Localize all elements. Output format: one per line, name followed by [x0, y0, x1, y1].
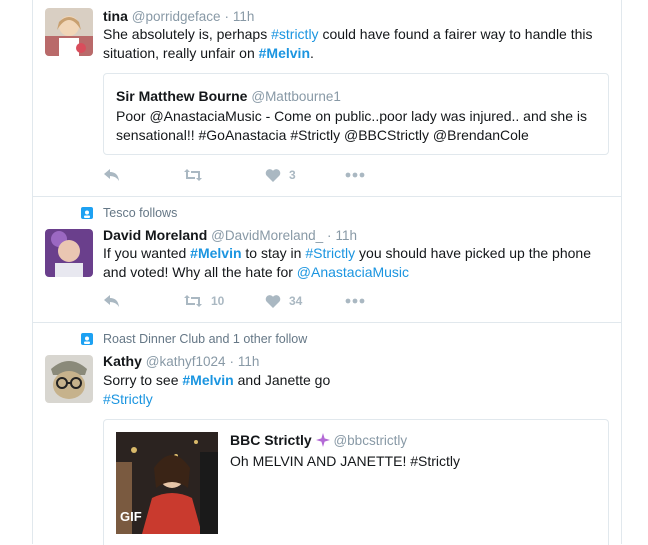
tweet-david-moreland[interactable]: Tesco follows David Moreland @DavidMorel…	[33, 197, 621, 322]
quote-user-name: BBC Strictly	[230, 432, 312, 448]
quote-user-name: Sir Matthew Bourne	[116, 88, 248, 104]
tweet-actions: 10 34	[103, 292, 403, 310]
quoted-tweet[interactable]: GIF BBC Strictly @bbcstrictly Oh MELVIN …	[103, 419, 609, 545]
quote-header: Sir Matthew Bourne @Mattbourne1	[116, 88, 341, 104]
tweet-time[interactable]: 11h	[335, 228, 357, 243]
gif-thumbnail[interactable]: GIF	[116, 432, 218, 534]
more-button[interactable]	[345, 166, 365, 184]
tweet-actions: 3	[103, 166, 403, 184]
hashtag-link[interactable]: #Melvin	[259, 45, 310, 61]
tweet-kathy[interactable]: Roast Dinner Club and 1 other follow Kat…	[33, 323, 621, 545]
tweet-text: If you wanted #Melvin to stay in #Strict…	[103, 244, 613, 282]
hashtag-link[interactable]: #Melvin	[182, 372, 233, 388]
text-segment: She absolutely is, perhaps	[103, 26, 272, 42]
user-handle[interactable]: @kathyf1024	[146, 354, 226, 369]
quote-user-handle: @bbcstrictly	[333, 433, 408, 448]
sparkle-icon	[315, 433, 330, 447]
retweet-icon	[184, 169, 202, 181]
text-segment: Sorry to see	[103, 372, 183, 388]
hashtag-link[interactable]: #Strictly	[103, 391, 153, 407]
avatar[interactable]	[45, 229, 93, 277]
avatar[interactable]	[45, 8, 93, 56]
tweet-header: Kathy @kathyf1024 · 11h	[103, 353, 259, 369]
retweet-count: 10	[211, 294, 225, 308]
user-name[interactable]: David Moreland	[103, 227, 207, 243]
like-count: 34	[289, 294, 303, 308]
like-icon	[265, 169, 281, 182]
reply-icon	[104, 295, 119, 307]
like-button[interactable]: 3	[265, 166, 296, 184]
user-handle[interactable]: @porridgeface	[132, 9, 221, 24]
tweet-text: She absolutely is, perhaps #strictly cou…	[103, 25, 613, 63]
tweet-text: Sorry to see #Melvin and Janette go #Stri…	[103, 371, 613, 409]
text-segment: .	[310, 45, 314, 61]
like-button[interactable]: 34	[265, 292, 302, 310]
retweet-icon	[184, 295, 202, 307]
quoted-tweet[interactable]: Sir Matthew Bourne @Mattbourne1 Poor @An…	[103, 73, 609, 155]
tweet-header: tina @porridgeface · 11h	[103, 8, 254, 24]
more-icon	[345, 298, 365, 304]
follow-context[interactable]: Tesco follows	[103, 206, 177, 220]
like-count: 3	[289, 168, 296, 182]
quote-header: BBC Strictly @bbcstrictly	[230, 432, 407, 448]
hashtag-link[interactable]: #Strictly	[305, 245, 355, 261]
text-segment: If you wanted	[103, 245, 191, 261]
avatar[interactable]	[45, 355, 93, 403]
reply-icon	[104, 169, 119, 181]
user-name[interactable]: Kathy	[103, 353, 142, 369]
like-icon	[265, 295, 281, 308]
separator: ·	[224, 9, 229, 24]
more-button[interactable]	[345, 292, 365, 310]
tweet-header: David Moreland @DavidMoreland_ · 11h	[103, 227, 357, 243]
follow-context-icon	[81, 207, 93, 219]
tweet-time[interactable]: 11h	[233, 9, 255, 24]
separator: ·	[327, 228, 332, 243]
more-icon	[345, 172, 365, 178]
mention-link[interactable]: @AnastaciaMusic	[297, 264, 409, 280]
timeline: tina @porridgeface · 11h She absolutely …	[32, 0, 622, 545]
retweet-button[interactable]	[183, 166, 203, 184]
text-segment: to stay in	[241, 245, 306, 261]
text-segment: and Janette go	[233, 372, 331, 388]
quote-text: Oh MELVIN AND JANETTE! #Strictly	[230, 453, 461, 469]
user-name[interactable]: tina	[103, 8, 128, 24]
gif-label: GIF	[120, 509, 142, 524]
retweet-button[interactable]: 10	[183, 292, 224, 310]
quote-user-handle: @Mattbourne1	[251, 89, 341, 104]
tweet-time[interactable]: 11h	[238, 354, 260, 369]
hashtag-link[interactable]: #Melvin	[190, 245, 241, 261]
separator: ·	[229, 354, 234, 369]
reply-button[interactable]	[103, 166, 121, 184]
user-handle[interactable]: @DavidMoreland_	[211, 228, 323, 243]
tweet-tina[interactable]: tina @porridgeface · 11h She absolutely …	[33, 0, 621, 196]
reply-button[interactable]	[103, 292, 121, 310]
quote-text: Poor @AnastaciaMusic - Come on public..p…	[116, 108, 587, 143]
hashtag-link[interactable]: #strictly	[271, 26, 318, 42]
follow-context[interactable]: Roast Dinner Club and 1 other follow	[103, 332, 307, 346]
follow-context-icon	[81, 333, 93, 345]
